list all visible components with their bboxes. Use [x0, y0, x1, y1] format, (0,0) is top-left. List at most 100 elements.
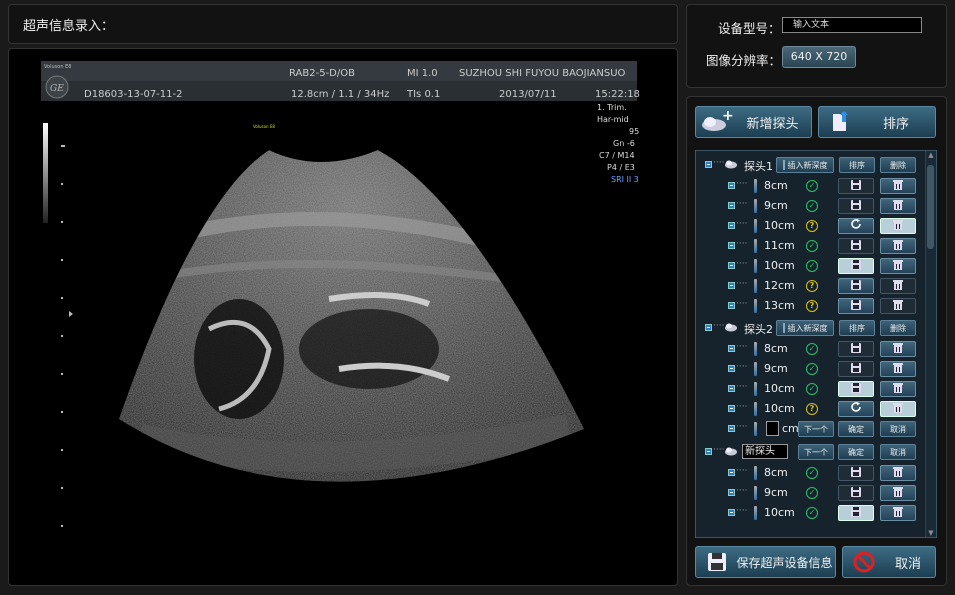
depth-label: 13cm [764, 299, 795, 312]
depth-bar-icon [782, 160, 785, 170]
delete-button[interactable] [880, 381, 916, 397]
save-icon [851, 179, 861, 193]
probe-tree: ▲ ▼ ···· 探头1 插入新深度 排序 删除 ···· 8cm ✓ ···· 9cm ✓ ····… [695, 150, 937, 538]
save-button[interactable] [838, 278, 874, 294]
insert-depth-button[interactable]: 插入新深度 [776, 157, 834, 173]
tree-scrollbar[interactable]: ▲ ▼ [925, 151, 936, 537]
expand-icon[interactable] [728, 405, 735, 412]
delete-icon [893, 259, 903, 273]
delete-icon [893, 179, 903, 193]
depth-bar-icon [754, 239, 757, 253]
next-button[interactable]: 下一个 [798, 444, 834, 460]
scroll-thumb[interactable] [927, 165, 934, 249]
expand-icon[interactable] [705, 161, 712, 168]
sort-button[interactable]: 排序 [818, 106, 936, 138]
expand-icon[interactable] [705, 448, 712, 455]
expand-icon[interactable] [728, 202, 735, 209]
depth-bar-icon [754, 299, 757, 313]
scroll-down-icon[interactable]: ▼ [927, 529, 935, 537]
tree-connector: ···· [736, 466, 748, 476]
save-button[interactable] [838, 341, 874, 357]
delete-button[interactable] [880, 505, 916, 521]
delete-button[interactable] [880, 361, 916, 377]
next-button[interactable]: 下一个 [798, 421, 834, 437]
save-icon [851, 486, 861, 500]
save-device-button[interactable]: 保存超声设备信息 [695, 546, 836, 578]
probe-name-input[interactable]: 新探头 [742, 444, 788, 459]
svg-text:+: + [722, 110, 734, 124]
delete-button[interactable] [880, 485, 916, 501]
param-95: 95 [629, 127, 639, 136]
delete-button[interactable] [880, 198, 916, 214]
save-button[interactable] [838, 178, 874, 194]
device-model-input[interactable] [782, 17, 922, 33]
cancel-button[interactable]: 取消 [842, 546, 936, 578]
delete-button[interactable] [880, 465, 916, 481]
expand-icon[interactable] [728, 262, 735, 269]
new-depth-input[interactable] [766, 421, 779, 436]
save-icon [700, 549, 734, 575]
scroll-up-icon[interactable]: ▲ [927, 151, 935, 159]
confirm-button[interactable]: 确定 [838, 421, 874, 437]
refresh-button[interactable] [838, 401, 874, 417]
expand-icon[interactable] [728, 509, 735, 516]
expand-icon[interactable] [728, 425, 735, 432]
refresh-icon [850, 402, 862, 416]
save-button[interactable] [838, 485, 874, 501]
save-button[interactable] [838, 381, 874, 397]
delete-button[interactable] [880, 341, 916, 357]
save-button[interactable] [838, 361, 874, 377]
delete-button[interactable] [880, 178, 916, 194]
delete-button[interactable] [880, 401, 916, 417]
delete-button[interactable] [880, 238, 916, 254]
save-button[interactable] [838, 198, 874, 214]
refresh-button[interactable] [838, 218, 874, 234]
expand-icon[interactable] [728, 469, 735, 476]
insert-depth-button[interactable]: 插入新深度 [776, 320, 834, 336]
expand-icon[interactable] [728, 282, 735, 289]
depth-bar-icon [754, 362, 757, 376]
depth-row: ···· 8cm ✓ [696, 339, 926, 359]
delete-icon [893, 382, 903, 396]
save-button[interactable] [838, 238, 874, 254]
tree-connector: ···· [713, 321, 725, 331]
save-button[interactable] [838, 505, 874, 521]
delete-icon [893, 402, 903, 416]
add-probe-button[interactable]: + 新增探头 [695, 106, 812, 138]
probe-sort-button[interactable]: 排序 [839, 157, 875, 173]
save-button[interactable] [838, 465, 874, 481]
expand-icon[interactable] [728, 182, 735, 189]
tree-connector: ···· [736, 342, 748, 352]
save-button[interactable] [838, 258, 874, 274]
svg-text:GE: GE [50, 84, 64, 94]
expand-icon[interactable] [728, 242, 735, 249]
delete-button[interactable] [880, 278, 916, 294]
expand-icon[interactable] [728, 385, 735, 392]
resolution-select[interactable]: 640 X 720 [782, 46, 856, 68]
delete-button[interactable] [880, 258, 916, 274]
save-button[interactable] [838, 298, 874, 314]
expand-icon[interactable] [728, 222, 735, 229]
tree-connector: ···· [736, 179, 748, 189]
probe-sort-button[interactable]: 排序 [839, 320, 875, 336]
expand-icon[interactable] [728, 345, 735, 352]
expand-icon[interactable] [705, 324, 712, 331]
confirm-button[interactable]: 确定 [838, 444, 874, 460]
delete-button[interactable] [880, 298, 916, 314]
depth-label: 11cm [764, 239, 795, 252]
expand-icon[interactable] [728, 489, 735, 496]
expand-icon[interactable] [728, 302, 735, 309]
probe-delete-button[interactable]: 删除 [880, 157, 916, 173]
delete-button[interactable] [880, 218, 916, 234]
probe-delete-button[interactable]: 删除 [880, 320, 916, 336]
cancel-new-button[interactable]: 取消 [880, 444, 916, 460]
insert-depth-label: 插入新深度 [787, 323, 828, 333]
save-icon [851, 279, 861, 293]
save-icon [851, 466, 861, 480]
refresh-icon [850, 219, 862, 233]
cancel-depth-button[interactable]: 取消 [880, 421, 916, 437]
tree-connector: ···· [713, 445, 725, 455]
expand-icon[interactable] [728, 365, 735, 372]
cancel-label: 取消 [894, 556, 921, 572]
depth-bar-icon [754, 342, 757, 356]
